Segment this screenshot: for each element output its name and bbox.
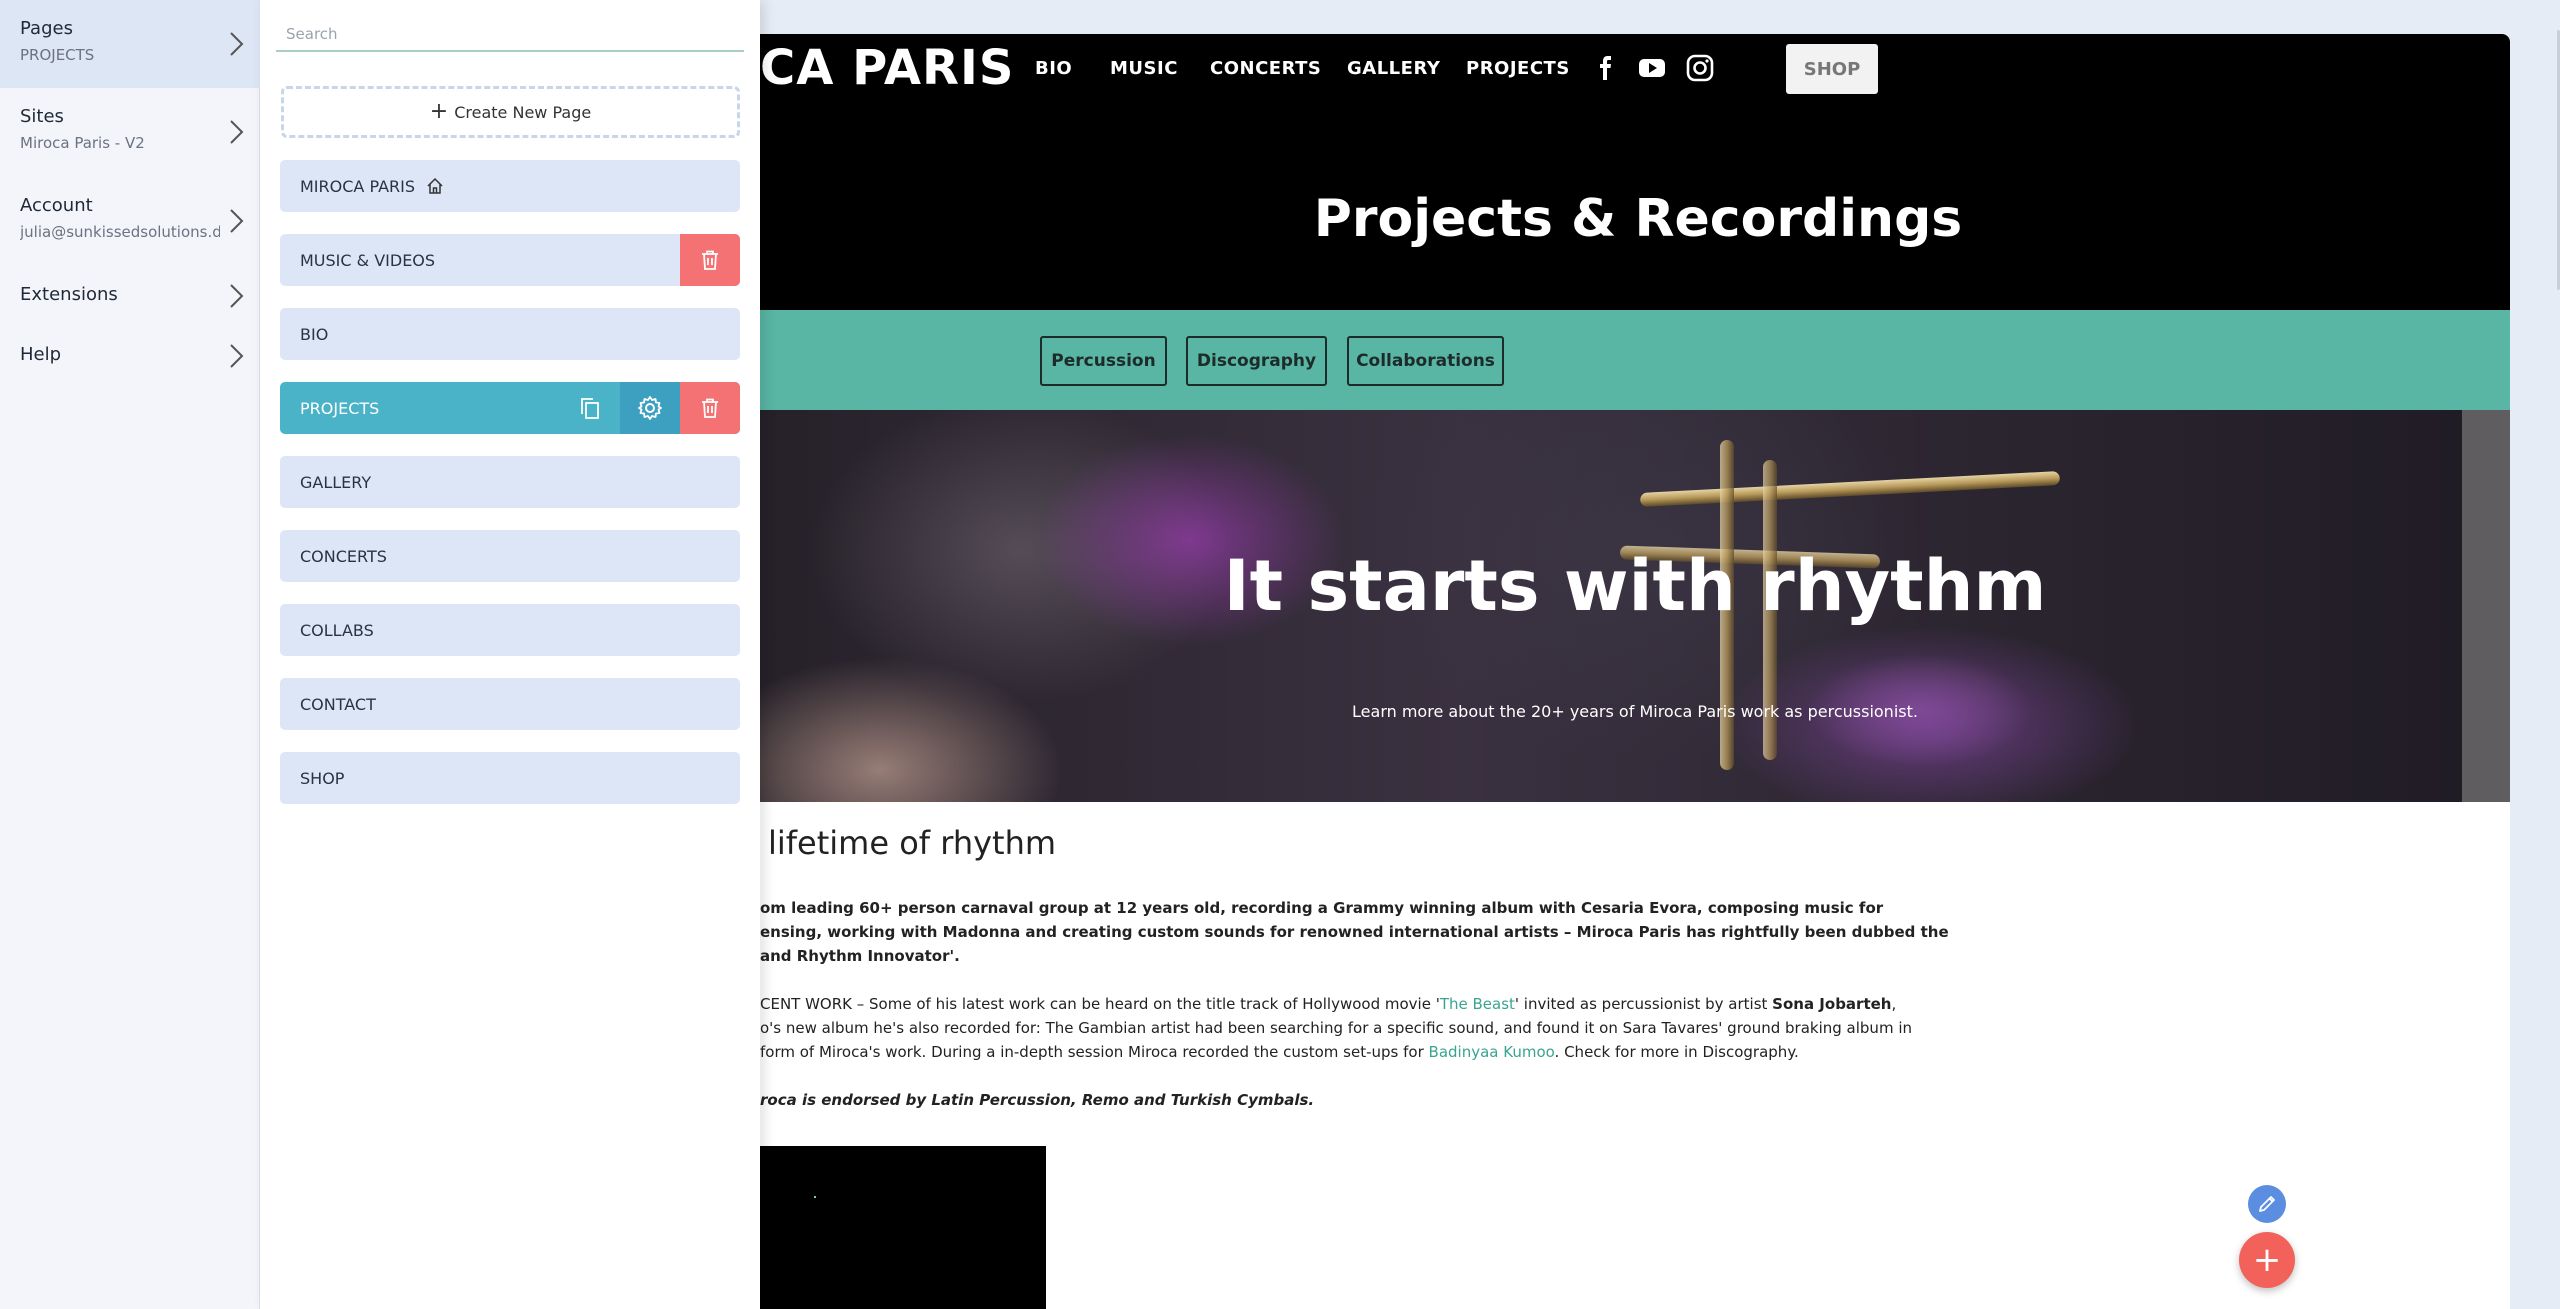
endorsement-text: roca is endorsed by Latin Percussion, Re… [760, 1091, 1315, 1109]
hero-heading-text: Projects & Recordings [1313, 189, 1963, 249]
page-item-label: BIO [300, 324, 329, 344]
recent-work-text: CENT WORK – Some of his latest work can … [760, 995, 1440, 1013]
nav-item-pages-subtitle: PROJECTS [20, 46, 95, 64]
gear-icon [638, 396, 662, 420]
nav-item-account-title: Account [20, 195, 93, 216]
page-item-contact[interactable]: CONTACT [280, 678, 740, 730]
menu-link-concerts[interactable]: CONCERTS [1210, 58, 1321, 79]
page-item-label: CONTACT [300, 694, 376, 714]
link-the-beast[interactable]: The Beast [1440, 995, 1515, 1013]
duplicate-page-button[interactable] [560, 382, 620, 434]
video-speck [814, 1196, 816, 1198]
page-item-label: CONCERTS [300, 546, 387, 566]
page-item-concerts[interactable]: CONCERTS [280, 530, 740, 582]
nav-item-sites[interactable]: Sites Miroca Paris - V2 [0, 88, 260, 177]
hero-heading: Projects & Recordings [760, 189, 2510, 249]
instagram-icon[interactable] [1686, 54, 1714, 82]
banner-title: It starts with rhythm [1223, 545, 2047, 627]
website-canvas: CA PARIS BIO MUSIC CONCERTS GALLERY PROJ… [760, 34, 2510, 1309]
trash-icon [702, 398, 718, 418]
tab-percussion[interactable]: Percussion [1040, 336, 1167, 386]
recent-work-line-2: o's new album he's also recorded for: Th… [760, 1019, 1912, 1037]
page-item-label: SHOP [300, 768, 345, 788]
page-item-label: GALLERY [300, 472, 372, 492]
facebook-icon[interactable] [1592, 54, 1620, 82]
page-item-shop[interactable]: SHOP [280, 752, 740, 804]
nav-item-pages[interactable]: Pages PROJECTS [0, 0, 260, 88]
nav-item-help[interactable]: Help [0, 326, 260, 386]
page-item-collabs[interactable]: COLLABS [280, 604, 740, 656]
add-element-button[interactable]: + [2239, 1232, 2295, 1288]
edit-button[interactable] [2248, 1185, 2286, 1223]
recent-work-text: ' invited as percussionist by artist [1514, 995, 1773, 1013]
video-thumbnail[interactable] [760, 1146, 1046, 1309]
chevron-right-icon [230, 284, 244, 308]
tab-collaborations[interactable]: Collaborations [1347, 336, 1504, 386]
nav-item-account-subtitle: julia@sunkissedsolutions.de [20, 223, 220, 241]
nav-item-pages-title: Pages [20, 18, 73, 39]
intro-paragraph-line: and Rhythm Innovator'. [760, 947, 960, 965]
page-item-gallery[interactable]: GALLERY [280, 456, 740, 508]
page-item-label: MUSIC & VIDEOS [300, 250, 436, 270]
page-item-bio[interactable]: BIO [280, 308, 740, 360]
youtube-icon[interactable] [1638, 54, 1666, 82]
intro-paragraph-line: ensing, working with Madonna and creatin… [760, 923, 1949, 941]
nav-item-account[interactable]: Account julia@sunkissedsolutions.de [0, 177, 260, 266]
page-item-label: COLLABS [300, 620, 374, 640]
shop-button[interactable]: SHOP [1786, 44, 1878, 94]
link-badinyaa-kumoo[interactable]: Badinyaa Kumoo [1429, 1043, 1555, 1061]
recent-work-text: , [1891, 995, 1897, 1013]
page-item-label: MIROCA PARIS [300, 176, 415, 196]
section-title: lifetime of rhythm [768, 824, 1057, 862]
chevron-right-icon [230, 120, 244, 144]
artist-name: Sona Jobarteh [1772, 995, 1892, 1013]
nav-item-sites-subtitle: Miroca Paris - V2 [20, 134, 145, 152]
recent-work-line-1: CENT WORK – Some of his latest work can … [760, 992, 1896, 1016]
menu-link-bio[interactable]: BIO [1035, 58, 1072, 79]
delete-page-button[interactable] [680, 382, 740, 434]
recent-work-text: form of Miroca's work. During a in-depth… [760, 1043, 1429, 1061]
delete-page-button[interactable] [680, 234, 740, 286]
pencil-icon [2259, 1196, 2275, 1212]
site-preview: CA PARIS BIO MUSIC CONCERTS GALLERY PROJ… [760, 0, 2560, 1309]
banner-subtitle: Learn more about the 20+ years of Miroca… [1352, 702, 1918, 721]
tab-discography[interactable]: Discography [1186, 336, 1327, 386]
page-item-music-videos[interactable]: MUSIC & VIDEOS [280, 234, 740, 286]
nav-item-help-title: Help [20, 344, 62, 365]
recent-work-line-3: form of Miroca's work. During a in-depth… [760, 1040, 1810, 1064]
create-new-page-label: Create New Page [454, 102, 592, 122]
hero-banner-image: It starts with rhythm Learn more about t… [760, 410, 2510, 802]
pages-panel: + Create New Page MIROCA PARIS MUSIC & V… [260, 0, 760, 1309]
category-tab-bar: Percussion Discography Collaborations [760, 310, 2510, 410]
page-settings-button[interactable] [620, 382, 680, 434]
home-icon [427, 177, 443, 194]
menu-link-music[interactable]: MUSIC [1110, 58, 1178, 79]
menu-link-gallery[interactable]: GALLERY [1347, 58, 1440, 79]
create-new-page-button[interactable]: + Create New Page [281, 86, 740, 138]
left-navigation: Pages PROJECTS Sites Miroca Paris - V2 A… [0, 0, 260, 1309]
site-header: CA PARIS BIO MUSIC CONCERTS GALLERY PROJ… [760, 34, 2510, 310]
site-logo[interactable]: CA PARIS [760, 40, 1014, 96]
cymbal-stand-arm [1639, 471, 2061, 507]
intro-paragraph-line: om leading 60+ person carnaval group at … [760, 899, 1884, 917]
search-input[interactable] [276, 18, 744, 52]
chevron-right-icon [230, 344, 244, 368]
recent-work-text: . Check for more in Discography. [1554, 1043, 1799, 1061]
trash-icon [702, 250, 718, 270]
chevron-right-icon [230, 32, 244, 56]
nav-item-extensions[interactable]: Extensions [0, 266, 260, 326]
plus-icon: + [2252, 1240, 2282, 1280]
nav-item-extensions-title: Extensions [20, 284, 118, 305]
copy-icon [581, 398, 599, 419]
nav-item-sites-title: Sites [20, 106, 64, 127]
plus-icon: + [429, 99, 449, 124]
menu-link-projects[interactable]: PROJECTS [1466, 58, 1570, 79]
chevron-right-icon [230, 209, 244, 233]
page-item-miroca-paris[interactable]: MIROCA PARIS [280, 160, 740, 212]
page-item-projects[interactable]: PROJECTS [280, 382, 740, 434]
